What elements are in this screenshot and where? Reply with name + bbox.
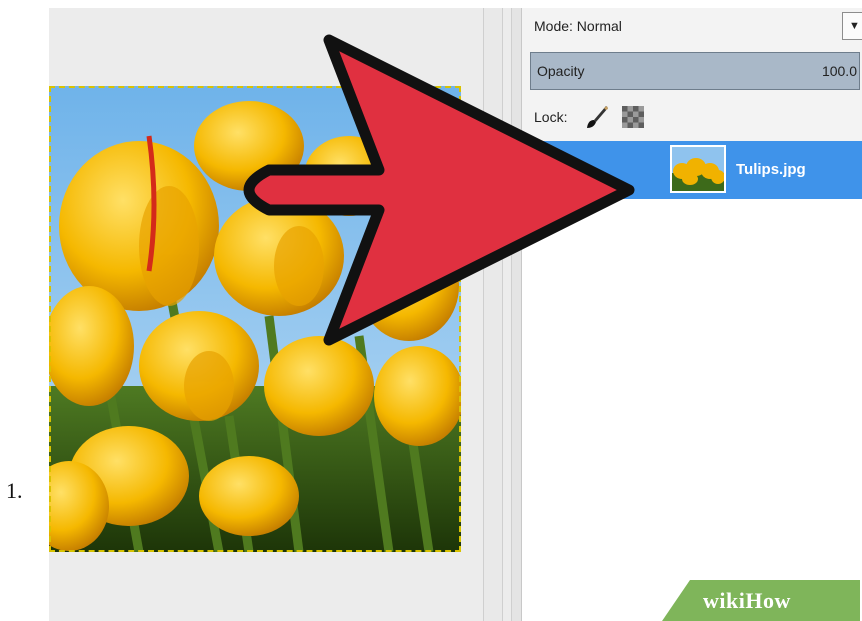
wikihow-watermark: wikiHow xyxy=(703,588,791,613)
chevron-down-icon: ▼ xyxy=(849,20,860,32)
mode-dropdown[interactable]: ▼ xyxy=(842,12,862,40)
layer-thumbnail xyxy=(670,145,726,193)
step-number: 1. xyxy=(6,478,23,503)
opacity-value: 100.0 xyxy=(821,63,857,79)
gimp-screenshot: Mode: Normal ▼ Opacity 100.0 Lock: Tulip… xyxy=(49,8,862,621)
layer-name: Tulips.jpg xyxy=(736,161,806,178)
red-arrow-graphic xyxy=(243,34,635,346)
